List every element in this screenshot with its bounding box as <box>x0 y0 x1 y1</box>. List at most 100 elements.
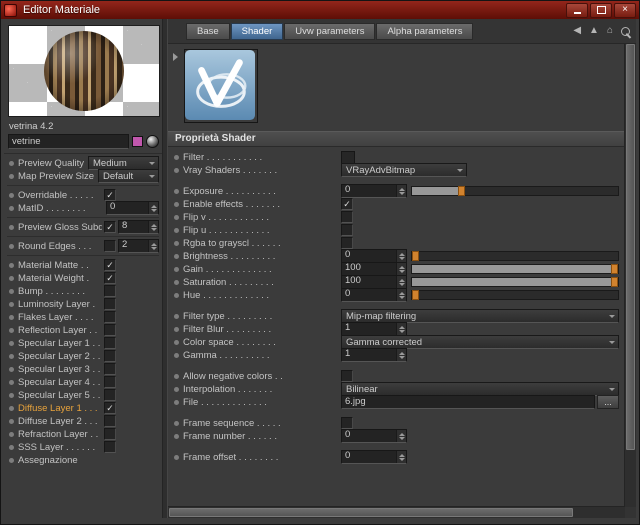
vray-shaders-dropdown[interactable]: VRayAdvBitmap <box>341 163 467 177</box>
specular-layer-4-checkbox[interactable] <box>104 376 116 388</box>
arrow-up-icon[interactable]: ▲ <box>589 26 599 36</box>
spinner-arrows-icon[interactable] <box>396 430 406 442</box>
row-specular-layer-5[interactable]: Specular Layer 5 . . <box>7 389 159 401</box>
file-input[interactable]: 6.jpg <box>341 395 595 409</box>
spinner-arrows-icon[interactable] <box>148 221 158 233</box>
vray-shader-thumbnail[interactable] <box>184 49 258 123</box>
gain-slider[interactable] <box>411 264 619 274</box>
enable-effects-checkbox[interactable]: ✓ <box>341 198 353 210</box>
row-specular-layer-1[interactable]: Specular Layer 1 . . <box>7 337 159 349</box>
flakes-layer-checkbox[interactable] <box>104 311 116 323</box>
material-name-input[interactable] <box>8 134 129 149</box>
row-material-weight[interactable]: Material Weight . ✓ <box>7 272 159 284</box>
vertical-scrollbar-thumb[interactable] <box>626 44 635 450</box>
row-specular-layer-3[interactable]: Specular Layer 3 . . <box>7 363 159 375</box>
row-matid[interactable]: MatID . . . . . . . . 0 <box>7 201 159 215</box>
specular-layer-1-checkbox[interactable] <box>104 337 116 349</box>
exposure-slider-thumb[interactable] <box>457 186 465 196</box>
row-round-edges[interactable]: Round Edges . . . 2 <box>7 239 159 253</box>
luminosity-layer-checkbox[interactable] <box>104 298 116 310</box>
row-specular-layer-2[interactable]: Specular Layer 2 . . <box>7 350 159 362</box>
home-icon[interactable]: ⌂ <box>607 26 613 36</box>
frame-offset-spinner[interactable]: 0 <box>341 450 407 464</box>
spinner-arrows-icon[interactable] <box>396 276 406 288</box>
frame-number-spinner[interactable]: 0 <box>341 429 407 443</box>
specular-layer-3-checkbox[interactable] <box>104 363 116 375</box>
spinner-arrows-icon[interactable] <box>148 202 158 214</box>
diffuse-layer-2-checkbox[interactable] <box>104 415 116 427</box>
horizontal-scrollbar[interactable] <box>168 506 625 518</box>
flip-v-checkbox[interactable] <box>341 211 353 223</box>
color-space-dropdown[interactable]: Gamma corrected <box>341 335 619 349</box>
tab-alpha-parameters[interactable]: Alpha parameters <box>376 22 474 40</box>
titlebar[interactable]: Editor Materiale × <box>1 1 639 19</box>
filter-blur-spinner[interactable]: 1 <box>341 322 407 336</box>
bump-checkbox[interactable] <box>104 285 116 297</box>
matid-spinner[interactable]: 0 <box>106 201 159 215</box>
sss-layer-checkbox[interactable] <box>104 441 116 453</box>
spinner-arrows-icon[interactable] <box>396 451 406 463</box>
spinner-arrows-icon[interactable] <box>396 185 406 197</box>
interpolation-dropdown[interactable]: Bilinear <box>341 382 619 396</box>
horizontal-scrollbar-thumb[interactable] <box>169 508 574 517</box>
material-weight-checkbox[interactable]: ✓ <box>104 272 116 284</box>
file-browse-button[interactable]: ... <box>597 395 619 409</box>
brightness-slider-thumb[interactable] <box>412 251 419 261</box>
close-button[interactable]: × <box>614 2 636 18</box>
tab-shader[interactable]: Shader <box>230 22 284 40</box>
filter-texture-slot[interactable] <box>341 150 355 164</box>
saturation-spinner[interactable]: 100 <box>341 275 407 289</box>
material-matte-checkbox[interactable]: ✓ <box>104 259 116 271</box>
exposure-slider[interactable] <box>411 186 619 196</box>
diffuse-layer-1-checkbox[interactable]: ✓ <box>104 402 116 414</box>
allow-negative-colors-checkbox[interactable] <box>341 370 353 382</box>
expand-arrow-icon[interactable] <box>173 53 178 61</box>
row-overridable[interactable]: Overridable . . . . . ✓ <box>7 189 159 201</box>
row-diffuse-layer-2[interactable]: Diffuse Layer 2 . . . <box>7 415 159 427</box>
tab-uvw-parameters[interactable]: Uvw parameters <box>284 22 376 40</box>
spinner-arrows-icon[interactable] <box>396 250 406 262</box>
row-bump[interactable]: Bump . . . . . . . . <box>7 285 159 297</box>
row-preview-gloss-subdivs[interactable]: Preview Gloss Subdivs✓ 8 <box>7 220 159 234</box>
spinner-arrows-icon[interactable] <box>396 263 406 275</box>
row-luminosity-layer[interactable]: Luminosity Layer . <box>7 298 159 310</box>
vertical-scrollbar[interactable] <box>624 43 636 507</box>
material-ball-icon[interactable] <box>146 135 159 148</box>
row-specular-layer-4[interactable]: Specular Layer 4 . . <box>7 376 159 388</box>
maximize-button[interactable] <box>590 2 612 18</box>
reflection-layer-checkbox[interactable] <box>104 324 116 336</box>
gain-spinner[interactable]: 100 <box>341 262 407 276</box>
row-refraction-layer[interactable]: Refraction Layer . . <box>7 428 159 440</box>
row-diffuse-layer-1[interactable]: Diffuse Layer 1 . . . ✓ <box>7 402 159 414</box>
row-flakes-layer[interactable]: Flakes Layer . . . . <box>7 311 159 323</box>
gamma-spinner[interactable]: 1 <box>341 348 407 362</box>
refraction-layer-checkbox[interactable] <box>104 428 116 440</box>
rgba-to-grayscl-checkbox[interactable] <box>341 237 353 249</box>
row-preview-quality[interactable]: Preview Quality Medium <box>7 156 159 170</box>
hue-slider[interactable] <box>411 290 619 300</box>
preview-quality-dropdown[interactable]: Medium <box>88 156 159 170</box>
pin-icon[interactable] <box>621 26 630 36</box>
round-edges-spinner[interactable]: 2 <box>118 239 159 253</box>
hue-slider-thumb[interactable] <box>412 290 419 300</box>
spinner-arrows-icon[interactable] <box>396 323 406 335</box>
spinner-arrows-icon[interactable] <box>148 240 158 252</box>
saturation-slider[interactable] <box>411 277 619 287</box>
row-sss-layer[interactable]: SSS Layer . . . . . . <box>7 441 159 453</box>
frame-sequence-checkbox[interactable] <box>341 417 353 429</box>
exposure-spinner[interactable]: 0 <box>341 184 407 198</box>
section-header-shader-properties[interactable]: Proprietà Shader <box>168 131 625 147</box>
tab-base[interactable]: Base <box>186 22 230 40</box>
saturation-slider-thumb[interactable] <box>611 277 618 287</box>
spinner-arrows-icon[interactable] <box>396 349 406 361</box>
row-map-preview-size[interactable]: Map Preview Size Default <box>7 169 159 183</box>
row-material-matte[interactable]: Material Matte . . ✓ <box>7 259 159 271</box>
minimize-button[interactable] <box>566 2 588 18</box>
map-preview-size-dropdown[interactable]: Default <box>98 169 159 183</box>
filter-type-dropdown[interactable]: Mip-map filtering <box>341 309 619 323</box>
hue-spinner[interactable]: 0 <box>341 288 407 302</box>
row-reflection-layer[interactable]: Reflection Layer . . <box>7 324 159 336</box>
round-edges-checkbox[interactable] <box>104 240 116 252</box>
specular-layer-2-checkbox[interactable] <box>104 350 116 362</box>
material-preview[interactable] <box>8 25 160 117</box>
